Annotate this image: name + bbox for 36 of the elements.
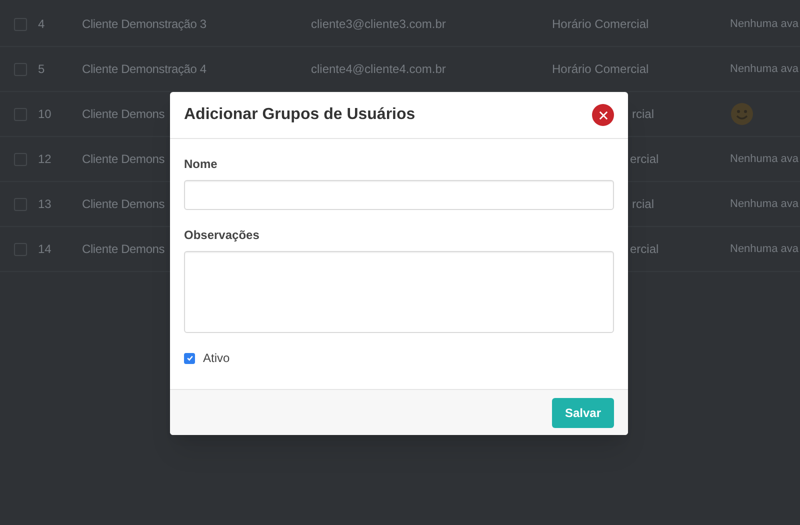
table-cell-text: Nenhuma ava xyxy=(730,196,798,212)
smiley-icon xyxy=(730,102,754,126)
table-cell-text: rcial xyxy=(632,196,654,213)
table-cell-text: Cliente Demons xyxy=(82,196,165,213)
table-cell-text: ercial xyxy=(630,151,659,168)
table-cell-text: Nenhuma ava xyxy=(730,152,798,167)
table-cell-text: cliente3@cliente3.com.br xyxy=(311,16,446,33)
text-area[interactable] xyxy=(184,251,614,333)
field-label: Nome xyxy=(184,156,218,173)
table-cell-text: cliente4@cliente4.com.br xyxy=(311,61,446,78)
table-cell-text: Cliente Demons xyxy=(82,241,165,258)
table-cell-text: rcial xyxy=(632,106,654,123)
table-cell-text: Cliente Demonstração 3 xyxy=(82,16,206,33)
table-cell-text: 5 xyxy=(38,61,45,78)
table-cell-text: Nenhuma ava xyxy=(730,16,798,32)
table-cell-text: 13 xyxy=(38,196,52,213)
table-cell-text: ercial xyxy=(630,241,659,258)
checkbox[interactable] xyxy=(184,352,195,364)
table-cell-text: Cliente Demons xyxy=(82,106,165,123)
dialog-title: Adicionar Grupos de Usuários xyxy=(184,105,416,125)
table-cell-text: 10 xyxy=(38,106,52,123)
table-cell-text: Nenhuma ava xyxy=(730,62,798,77)
close-icon xyxy=(598,110,608,120)
input-field[interactable] xyxy=(184,180,614,210)
table-cell-text: Horário Comercial xyxy=(552,16,649,33)
table-cell-text: 4 xyxy=(38,16,45,33)
table-cell-text: 12 xyxy=(38,151,52,168)
table-cell-text: 14 xyxy=(38,241,52,258)
save-button[interactable]: Salvar xyxy=(552,398,614,428)
table-cell-text: Cliente Demons xyxy=(82,151,165,168)
close-button[interactable] xyxy=(592,104,614,126)
checkbox-label: Ativo xyxy=(203,350,230,367)
table-cell-text: Nenhuma ava xyxy=(730,242,798,257)
table-cell-text: Horário Comercial xyxy=(552,61,649,78)
field-label: Observações xyxy=(184,227,260,244)
table-cell-text: Cliente Demonstração 4 xyxy=(82,61,206,78)
